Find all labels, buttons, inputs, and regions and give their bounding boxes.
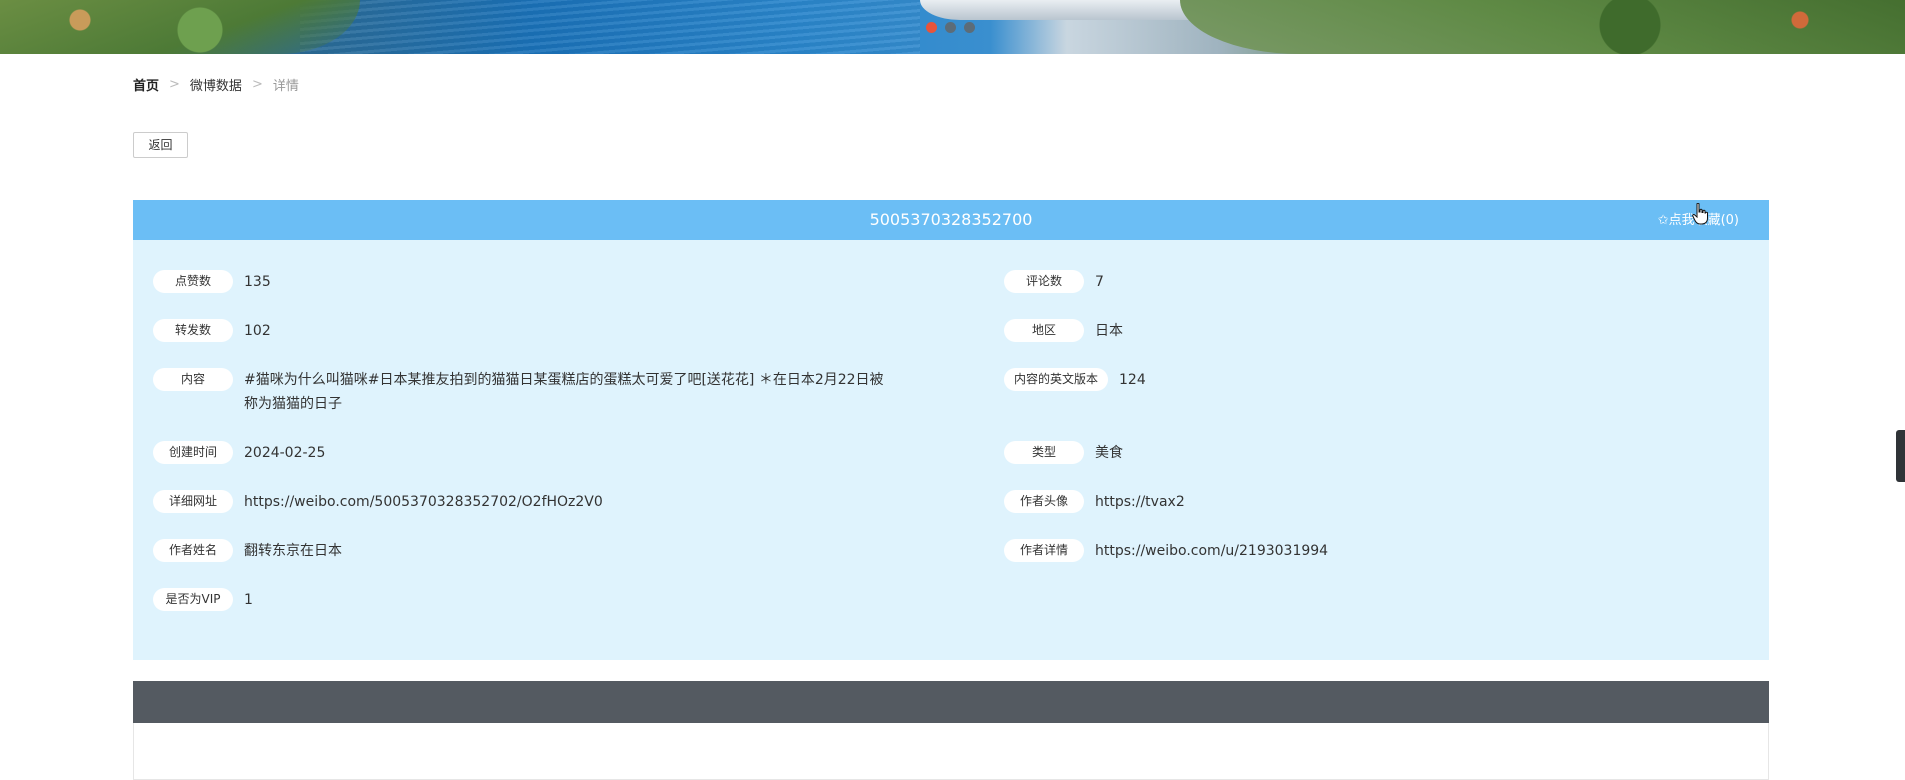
field-label: 内容: [153, 368, 233, 391]
back-button[interactable]: 返回: [133, 132, 188, 158]
field-likes: 点赞数 135: [153, 270, 271, 294]
field-value: 翻转东京在日本: [244, 543, 342, 559]
field-content: 内容 #猫咪为什么叫猫咪#日本某推友拍到的猫猫日某蛋糕店的蛋糕太可爱了吧[送花花…: [153, 368, 894, 416]
carousel-dot-1[interactable]: [926, 22, 937, 33]
hand-cursor-icon: [1692, 203, 1708, 225]
field-reposts: 转发数 102: [153, 319, 271, 343]
field-label: 详细网址: [153, 490, 233, 513]
field-value: 135: [244, 274, 271, 290]
detail-title: 5005370328352700: [869, 210, 1033, 229]
field-label: 地区: [1004, 319, 1084, 342]
field-value: https://weibo.com/u/2193031994: [1095, 543, 1329, 559]
field-value: 1: [244, 592, 253, 608]
field-value: #猫咪为什么叫猫咪#日本某推友拍到的猫猫日某蛋糕店的蛋糕太可爱了吧[送花花] ＊…: [244, 372, 884, 412]
carousel-dot-2[interactable]: [945, 22, 956, 33]
carousel-dot-3[interactable]: [964, 22, 975, 33]
field-value: 124: [1119, 372, 1146, 388]
field-detail-url: 详细网址 https://weibo.com/5005370328352702/…: [153, 490, 603, 514]
breadcrumb-section[interactable]: 微博数据: [190, 75, 242, 94]
field-comments: 评论数 7: [1004, 270, 1104, 294]
field-label: 作者头像: [1004, 490, 1084, 513]
detail-header: 5005370328352700 ✩点我收藏(0): [133, 200, 1769, 240]
field-is-vip: 是否为VIP 1: [153, 588, 253, 612]
banner-water: [300, 0, 920, 54]
field-author-avatar: 作者头像 https://tvax2: [1004, 490, 1185, 514]
carousel-dots: [926, 22, 975, 33]
field-value: https://tvax2: [1095, 494, 1185, 510]
field-value: https://weibo.com/5005370328352702/O2fHO…: [244, 494, 603, 510]
field-value: 美食: [1095, 445, 1123, 461]
field-author-detail: 作者详情 https://weibo.com/u/2193031994: [1004, 539, 1328, 563]
field-content-english: 内容的英文版本 124: [1004, 368, 1146, 392]
breadcrumb-separator: >: [169, 77, 180, 92]
breadcrumb-current: 详情: [272, 79, 299, 94]
carousel-banner[interactable]: [0, 0, 1905, 54]
field-value: 7: [1095, 274, 1104, 290]
field-value: 102: [244, 323, 271, 339]
field-label: 点赞数: [153, 270, 233, 293]
field-label: 转发数: [153, 319, 233, 342]
detail-body: 点赞数 135 评论数 7 转发数 102 地区 日本 内容 #猫咪为什么叫猫咪…: [133, 240, 1769, 660]
field-value: 日本: [1095, 323, 1123, 339]
field-type: 类型 美食: [1004, 441, 1123, 465]
field-label: 创建时间: [153, 441, 233, 464]
field-label: 内容的英文版本: [1004, 368, 1109, 391]
field-label: 是否为VIP: [153, 588, 233, 611]
breadcrumb: 首页 > 微博数据 > 详情: [133, 75, 299, 94]
breadcrumb-separator: >: [251, 77, 263, 92]
comment-section-body: [133, 723, 1769, 780]
breadcrumb-home[interactable]: 首页: [133, 75, 159, 94]
side-scroll-handle[interactable]: [1896, 430, 1905, 482]
banner-scenery-left: [0, 0, 360, 54]
field-value: 2024-02-25: [244, 445, 326, 461]
field-label: 作者详情: [1004, 539, 1084, 562]
field-label: 评论数: [1004, 270, 1084, 293]
field-created-time: 创建时间 2024-02-25: [153, 441, 325, 465]
field-region: 地区 日本: [1004, 319, 1123, 343]
field-label: 作者姓名: [153, 539, 233, 562]
field-label: 类型: [1004, 441, 1084, 464]
banner-scenery-right: [1180, 0, 1905, 54]
comment-section-header: [133, 681, 1769, 723]
field-author-name: 作者姓名 翻转东京在日本: [153, 539, 342, 563]
banner-bridge: [920, 0, 1220, 20]
